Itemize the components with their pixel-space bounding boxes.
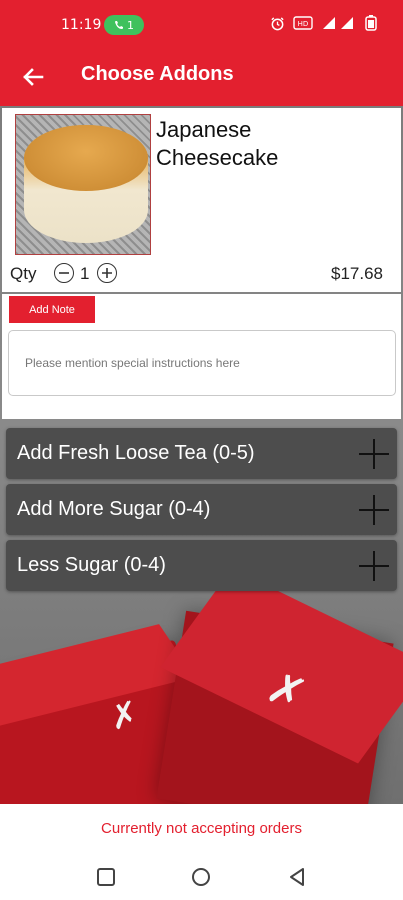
product-name: Japanese Cheesecake: [156, 117, 279, 170]
addon-row-less-sugar[interactable]: Less Sugar (0-4): [6, 540, 397, 591]
arrow-left-icon: [23, 68, 44, 86]
special-instructions-input[interactable]: [8, 330, 396, 396]
svg-text:HD: HD: [298, 20, 309, 28]
plus-icon[interactable]: [359, 551, 389, 581]
app-bar: Choose Addons: [0, 50, 403, 106]
order-status-notice: Currently not accepting orders: [0, 804, 403, 852]
addon-row-more-sugar[interactable]: Add More Sugar (0-4): [6, 484, 397, 535]
plus-icon[interactable]: [359, 495, 389, 525]
back-triangle-icon[interactable]: [286, 866, 308, 888]
phone-icon: [115, 21, 123, 29]
home-icon[interactable]: [190, 866, 212, 888]
add-note-button[interactable]: Add Note: [9, 296, 95, 323]
back-button[interactable]: [18, 62, 48, 92]
qty-value: 1: [80, 264, 90, 283]
battery-icon: [365, 15, 377, 31]
status-icons: HD: [270, 15, 377, 31]
volte-icon: HD: [293, 16, 313, 30]
recent-apps-icon[interactable]: [95, 866, 117, 888]
addon-label: Add Fresh Loose Tea (0-5): [17, 442, 255, 464]
plus-icon: [102, 268, 112, 278]
qty-increase-button[interactable]: [97, 263, 117, 283]
page-title: Choose Addons: [81, 63, 234, 85]
system-nav-bar: [0, 852, 403, 900]
product-card: Japanese Cheesecake Qty 1 $17.68: [2, 108, 401, 292]
minus-icon: [59, 272, 69, 274]
note-card: Add Note: [2, 294, 401, 419]
product-price: $17.68: [331, 264, 383, 283]
call-badge-count: 1: [127, 18, 134, 32]
ongoing-call-badge[interactable]: 1: [104, 15, 144, 35]
qty-label: Qty: [10, 264, 37, 283]
cake-top: [24, 125, 148, 191]
signal-icon: [323, 17, 353, 29]
status-bar: 11:19 1 HD: [0, 0, 403, 50]
addon-label: Less Sugar (0-4): [17, 554, 166, 576]
product-image: [15, 114, 151, 255]
addon-row-fresh-loose-tea[interactable]: Add Fresh Loose Tea (0-5): [6, 428, 397, 479]
plus-icon[interactable]: [359, 439, 389, 469]
status-time: 11:19: [61, 17, 102, 33]
qty-decrease-button[interactable]: [54, 263, 74, 283]
alarm-icon: [271, 16, 284, 30]
addon-label: Add More Sugar (0-4): [17, 498, 211, 520]
